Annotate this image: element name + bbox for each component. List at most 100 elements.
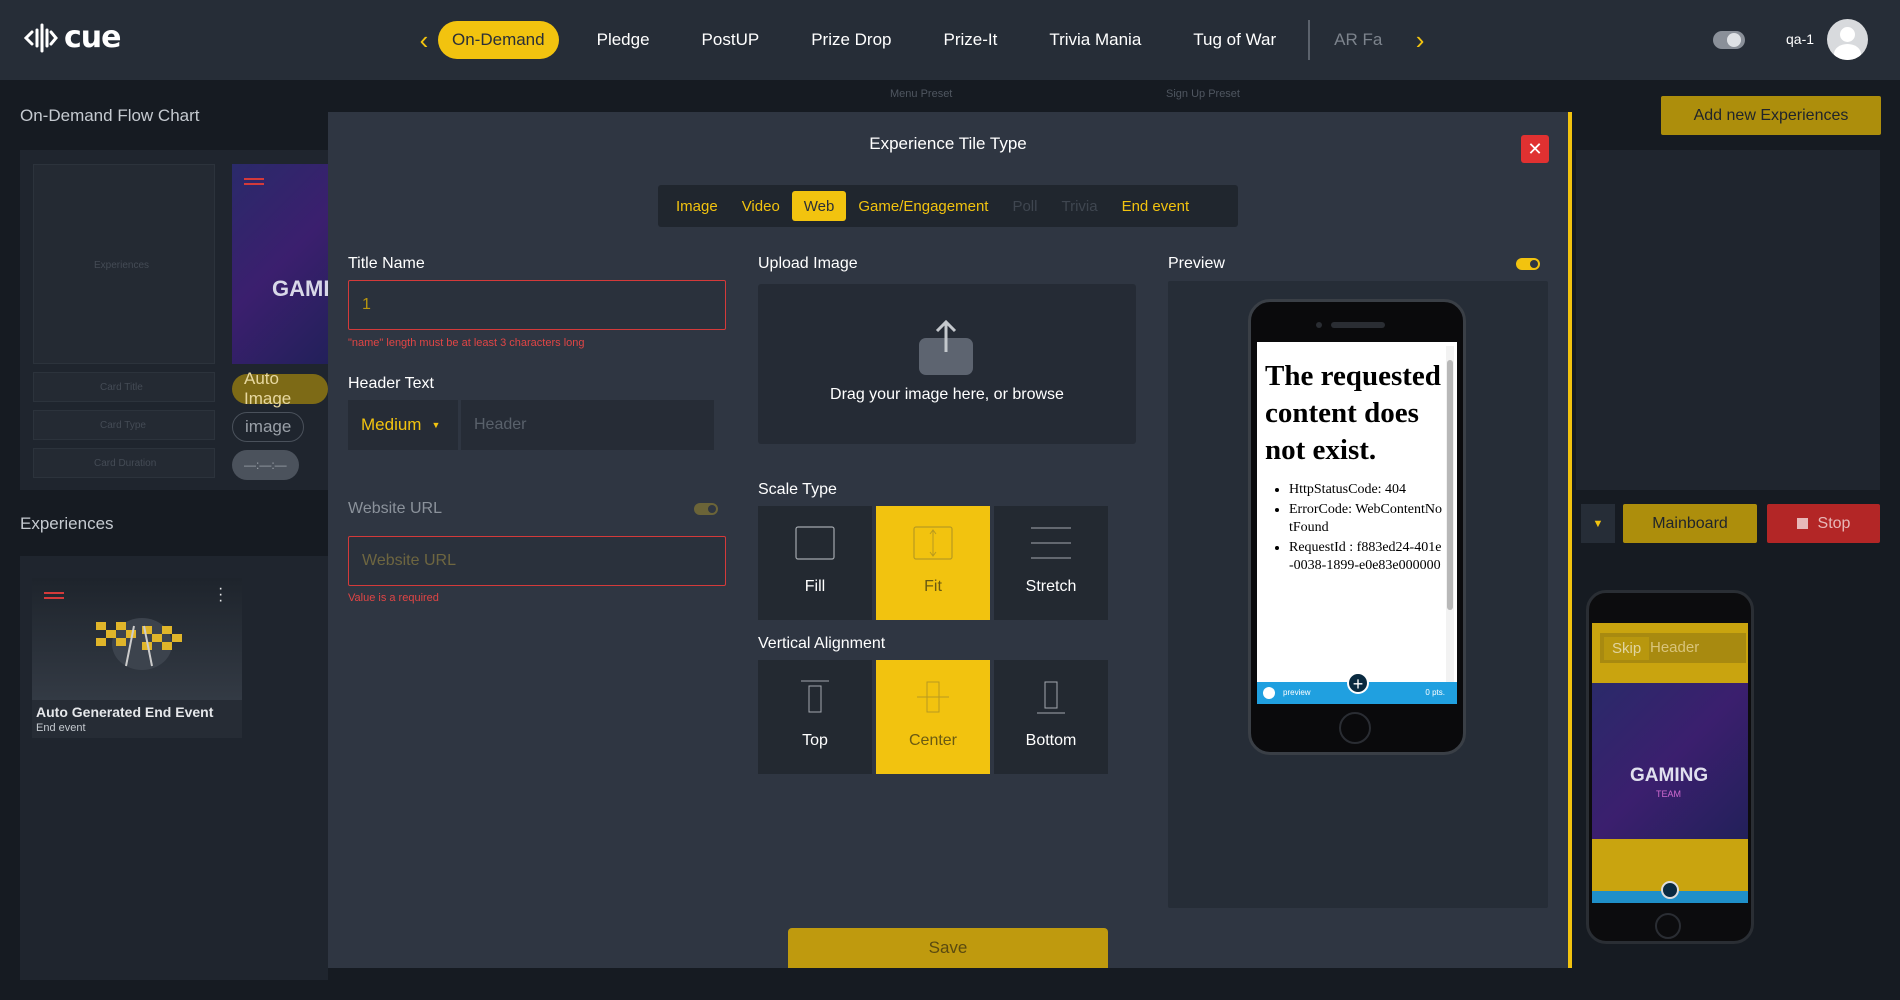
vertical-alignment-label: Vertical Alignment — [758, 635, 886, 652]
experience-card[interactable]: · · · Auto Generated End Event End event — [32, 578, 242, 738]
experience-nav: ‹ On-Demand Pledge PostUP Prize Drop Pri… — [410, 20, 1434, 60]
user-name: qa-1 — [1786, 31, 1815, 47]
align-top-icon — [801, 680, 829, 713]
phone-speaker — [1331, 322, 1385, 328]
tab-end-event[interactable]: End event — [1110, 191, 1202, 221]
tab-image[interactable]: Image — [664, 191, 730, 221]
avatar[interactable] — [1827, 19, 1868, 60]
nav-next-chevron-icon[interactable]: › — [1406, 20, 1434, 60]
game-title-text: GAMING — [272, 276, 328, 301]
web-error-item: ErrorCode: WebContentNotFound — [1289, 501, 1445, 537]
ghost-experiences-label: Experiences — [94, 260, 150, 271]
scale-fill-label: Fill — [804, 578, 826, 595]
nav-divider — [1308, 20, 1311, 60]
phone-preview: The requested content does not exist. Ht… — [1248, 299, 1466, 755]
nav-prev-chevron-icon[interactable]: ‹ — [410, 20, 438, 60]
align-top-option[interactable]: Top — [758, 660, 872, 774]
stop-icon — [1796, 518, 1808, 529]
dropdown-chevron-icon[interactable]: ▼ — [1581, 504, 1615, 543]
signup-preset-label: Sign Up Preset — [1166, 88, 1240, 100]
tab-prize-drop[interactable]: Prize Drop — [797, 21, 905, 59]
image-dropzone[interactable]: Drag your image here, or browse — [758, 284, 1136, 444]
scale-fill-option[interactable]: Fill — [758, 506, 872, 620]
skip-button[interactable]: Skip — [1604, 637, 1650, 660]
website-url-toggle[interactable] — [694, 503, 718, 515]
logo-waveform-icon — [24, 23, 58, 52]
upload-image-label: Upload Image — [758, 255, 858, 272]
preview-label: Preview — [1168, 255, 1225, 272]
tab-postup[interactable]: PostUP — [688, 21, 774, 59]
phone-home-button — [1655, 913, 1681, 939]
phone-camera — [1316, 322, 1322, 328]
scale-type-label: Scale Type — [758, 481, 837, 498]
ghost-card-type-label: Card Type — [100, 420, 146, 431]
upload-icon — [919, 319, 973, 375]
phone-header-text: Header — [1650, 639, 1700, 656]
tile-type-tabs: Image Video Web Game/Engagement Poll Tri… — [658, 185, 1238, 227]
add-new-experiences-button[interactable]: Add new Experiences — [1661, 96, 1881, 135]
web-error-item: RequestId : f883ed24-401e-0038-1899-e0e8… — [1289, 539, 1445, 575]
tab-video[interactable]: Video — [730, 191, 792, 221]
fit-icon — [913, 526, 953, 560]
phone-bar-text: preview — [1283, 688, 1311, 697]
experience-tile-modal: Experience Tile Type ✕ Image Video Web G… — [328, 112, 1572, 968]
website-url-label: Website URL — [348, 500, 442, 517]
web-error-list: HttpStatusCode: 404 ErrorCode: WebConten… — [1265, 481, 1445, 575]
align-center-label: Center — [908, 732, 958, 749]
align-center-option[interactable]: Center — [876, 660, 990, 774]
phone-screen: The requested content does not exist. Ht… — [1257, 342, 1457, 704]
tab-pledge[interactable]: Pledge — [583, 21, 664, 59]
tab-tug-of-war[interactable]: Tug of War — [1179, 21, 1290, 59]
theme-toggle[interactable] — [1713, 31, 1745, 49]
ghost-card-duration-label: Card Duration — [94, 458, 157, 469]
header-size-select[interactable]: Medium ▼ — [348, 400, 458, 450]
fill-icon — [795, 526, 835, 560]
profile-dot-icon — [1263, 687, 1275, 699]
phone-home-button — [1339, 712, 1371, 744]
scale-fit-option[interactable]: Fit — [876, 506, 990, 620]
experience-card-subtitle: End event — [36, 722, 86, 734]
align-bottom-icon — [1037, 681, 1065, 714]
web-error-item: HttpStatusCode: 404 — [1289, 481, 1445, 499]
experience-thumbnail: · · · — [32, 578, 242, 700]
align-bottom-option[interactable]: Bottom — [994, 660, 1108, 774]
phone-game-image: GAMING TEAM — [1592, 683, 1748, 839]
mainboard-button[interactable]: Mainboard — [1623, 504, 1757, 543]
phone-game-sub: TEAM — [1656, 789, 1682, 799]
title-name-input[interactable]: 1 — [348, 280, 726, 330]
preview-toggle[interactable] — [1516, 258, 1540, 270]
chip-duration[interactable]: —:—:— — [232, 450, 299, 480]
web-error-content: The requested content does not exist. Ht… — [1265, 358, 1445, 577]
chip-auto-image[interactable]: Auto Image — [232, 369, 328, 408]
close-icon[interactable]: ✕ — [1521, 135, 1549, 163]
stop-button[interactable]: Stop — [1767, 504, 1880, 543]
tab-trivia: Trivia — [1061, 197, 1098, 215]
preview-panel: The requested content does not exist. Ht… — [1168, 281, 1548, 908]
experience-card-title: Auto Generated End Event — [36, 704, 214, 720]
header-text-input[interactable]: Header — [461, 400, 714, 450]
upload-instructions: Drag your image here, or browse — [830, 386, 1064, 403]
drag-handle-icon[interactable] — [44, 592, 64, 604]
experiences-title: Experiences — [20, 514, 114, 533]
align-bottom-label: Bottom — [1025, 732, 1077, 749]
kebab-menu-icon[interactable]: · · · — [218, 581, 223, 609]
tab-web[interactable]: Web — [791, 191, 847, 221]
save-button[interactable]: Save — [788, 928, 1108, 968]
tab-prize-it[interactable]: Prize-It — [930, 21, 1012, 59]
drag-handle-icon[interactable] — [244, 178, 264, 190]
scale-fit-label: Fit — [924, 578, 942, 595]
header-text-label: Header Text — [348, 375, 434, 392]
tab-on-demand[interactable]: On-Demand — [438, 21, 559, 59]
scale-stretch-option[interactable]: Stretch — [994, 506, 1108, 620]
preview-scrollbar[interactable] — [1446, 346, 1454, 682]
tab-trivia-mania[interactable]: Trivia Mania — [1035, 21, 1155, 59]
scrollbar-thumb[interactable] — [1447, 360, 1453, 610]
cue-logo[interactable]: cue — [24, 20, 121, 55]
website-url-input[interactable]: Website URL — [348, 536, 726, 586]
logo-text: cue — [64, 20, 121, 55]
title-name-error: "name" length must be at least 3 charact… — [348, 337, 585, 349]
tab-ar-fan[interactable]: AR Fa — [1320, 21, 1398, 59]
ghost-card-duration: Card Duration — [33, 448, 215, 478]
tab-game-engagement[interactable]: Game/Engagement — [846, 191, 1000, 221]
chip-image[interactable]: image — [232, 412, 305, 442]
